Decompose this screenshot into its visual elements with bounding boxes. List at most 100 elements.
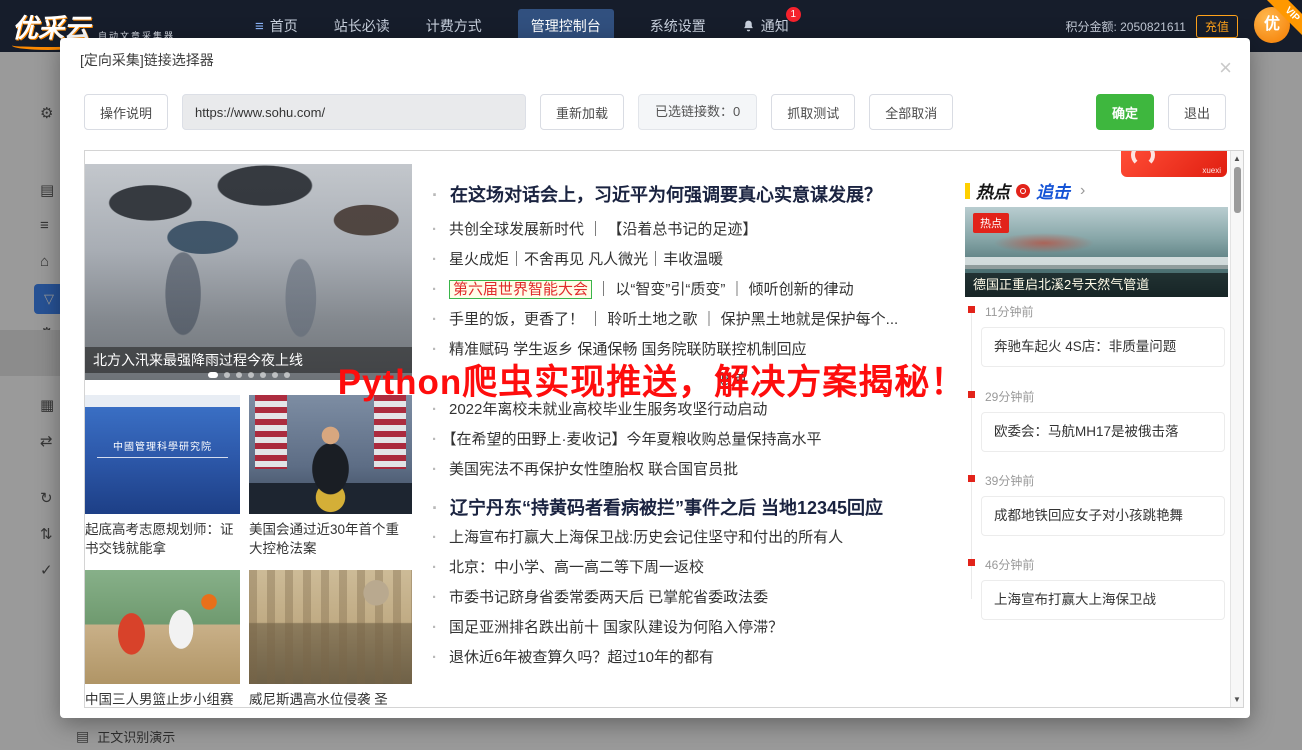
institute-sign-text: 中國管理科學研究院 — [97, 438, 228, 458]
headline-link[interactable]: · 美国宪法不再保护女性堕胎权 联合国官员批 — [432, 458, 738, 479]
scroll-up-icon[interactable]: ▲ — [1231, 154, 1243, 163]
bullet-icon: · — [432, 221, 437, 238]
yellow-bar-icon — [965, 182, 970, 199]
photo-caption[interactable]: 威尼斯遇高水位侵袭 圣 — [249, 690, 412, 707]
toolbar: 操作说明 重新加载 已选链接数：0 抓取测试 全部取消 确定 退出 — [84, 94, 1226, 130]
selected-link-highlight[interactable]: 第六届世界智能大会 — [449, 280, 593, 299]
bullet-icon: · — [432, 185, 438, 205]
menu-icon: ≡ — [255, 17, 264, 35]
photo-caption[interactable]: 起底高考志愿规划师：证书交钱就能拿 — [85, 520, 240, 558]
photo-news[interactable]: 威尼斯遇高水位侵袭 圣 — [249, 570, 412, 707]
bell-icon — [743, 20, 753, 32]
biden-photo[interactable] — [249, 395, 412, 514]
modal-header: [定向采集]链接选择器 × — [60, 38, 1250, 82]
bullet-icon: · — [432, 431, 437, 448]
link-selector-modal: [定向采集]链接选择器 × 操作说明 重新加载 已选链接数：0 抓取测试 全部取… — [60, 38, 1250, 718]
timeline-time: 39分钟前 — [985, 474, 1035, 488]
basketball-photo[interactable] — [85, 570, 240, 684]
hot-news-photo[interactable]: 热点 德国正重启北溪2号天然气管道 — [965, 207, 1228, 297]
hot-title-left: 热点 — [976, 183, 1010, 202]
photo-news[interactable]: 美国会通过近30年首个重大控枪法案 — [249, 395, 412, 558]
headline-link[interactable]: · 上海宣布打赢大上海保卫战:历史会记住坚守和付出的所有人 — [432, 526, 843, 547]
carousel-image[interactable]: 北方入汛来最强降雨过程今夜上线 — [85, 164, 412, 380]
timeline-time: 46分钟前 — [985, 558, 1035, 572]
selected-links-count: 已选链接数：0 — [638, 94, 758, 130]
timeline-line — [971, 309, 972, 599]
recharge-button[interactable]: 充值 — [1195, 14, 1238, 38]
timeline-news-item[interactable]: 成都地铁回应女子对小孩跳艳舞 — [981, 496, 1225, 536]
photo-news[interactable]: 中國管理科學研究院 起底高考志愿规划师：证书交钱就能拿 — [85, 395, 240, 558]
scrollbar[interactable]: ▲ ▼ — [1230, 151, 1243, 707]
scroll-down-icon[interactable]: ▼ — [1231, 695, 1243, 704]
headline-link[interactable]: · 共创全球发展新时代 ｜ 【沿着总书记的足迹】 — [432, 218, 757, 239]
nav-billing[interactable]: 计费方式 — [426, 16, 482, 36]
venice-photo[interactable] — [249, 570, 412, 684]
bullet-icon: · — [432, 311, 437, 328]
nav-settings[interactable]: 系统设置 — [650, 16, 706, 36]
nav-billing-label: 计费方式 — [425, 18, 482, 34]
cancel-all-button[interactable]: 全部取消 — [869, 94, 954, 130]
nav-console-label: 管理控制台 — [530, 18, 601, 34]
vip-label: VIP — [1266, 0, 1302, 40]
timeline-time: 11分钟前 — [985, 305, 1034, 319]
confirm-button[interactable]: 确定 — [1095, 94, 1154, 130]
nav-home[interactable]: ≡ 首页 — [255, 16, 298, 36]
bullet-icon: · — [432, 461, 437, 478]
headline-link[interactable]: · 市委书记跻身省委常委两天后 已掌舵省委政法委 — [432, 586, 768, 607]
promo-banner[interactable]: xuexi — [1121, 151, 1227, 177]
modal-title: [定向采集]链接选择器 — [80, 52, 214, 68]
headline-link[interactable]: · 辽宁丹东“持黄码者看病被拦”事件之后 当地12345回应 — [432, 494, 883, 520]
headline-link[interactable]: · 在这场对话会上，习近平为何强调要真心实意谋发展？ — [432, 181, 882, 207]
bullet-icon: · — [432, 619, 437, 636]
bullet-icon: · — [432, 498, 438, 518]
promo-overlay-text: Python爬虫实现推送，解决方案揭秘！ — [337, 363, 967, 402]
timeline-news-item[interactable]: 上海宣布打赢大上海保卫战 — [981, 580, 1225, 620]
banner-text: xuexi — [1202, 166, 1221, 175]
headline-link[interactable]: · 星火成炬｜不舍再见 凡人微光｜丰收温暖 — [432, 248, 723, 269]
nav-webmaster-guide-label: 站长必读 — [333, 18, 390, 34]
bullet-icon: · — [432, 529, 437, 546]
url-input[interactable] — [182, 94, 527, 130]
magnifier-icon — [1016, 183, 1030, 198]
headline-link[interactable]: · 退休近6年被查算久吗？超过10年的都有 — [432, 646, 714, 667]
timeline-marker-icon — [968, 306, 975, 313]
points-balance: 积分金额: 2050821611 — [1065, 19, 1186, 34]
hot-badge: 热点 — [973, 213, 1009, 233]
timeline-news-item[interactable]: 欧委会：马航MH17是被俄击落 — [981, 412, 1225, 452]
headline-link[interactable]: · 国足亚洲排名跌出前十 国家队建设为何陷入停滞？ — [432, 616, 783, 637]
photo-caption[interactable]: 中国三人男篮止步小组赛 — [85, 690, 240, 707]
nordstream-photo[interactable]: 热点 德国正重启北溪2号天然气管道 — [965, 207, 1228, 297]
nav-home-label: 首页 — [269, 18, 298, 34]
close-icon[interactable]: × — [1219, 46, 1232, 90]
bullet-icon: · — [432, 649, 437, 666]
help-button[interactable]: 操作说明 — [84, 94, 169, 130]
notification-badge: 1 — [785, 7, 801, 22]
hot-section-header[interactable]: 热点 追击 › — [965, 178, 1085, 203]
scrollbar-thumb[interactable] — [1234, 167, 1241, 213]
embedded-webpage: xuexi 北方入汛来最强降雨过程今夜上线 中國管理科學研究院 起底高考志愿规划… — [84, 150, 1244, 708]
bullet-icon: · — [432, 281, 437, 298]
institute-photo[interactable]: 中國管理科學研究院 — [85, 395, 240, 514]
grab-test-button[interactable]: 抓取测试 — [771, 94, 856, 130]
banner-decoration-icon — [1131, 151, 1155, 167]
photo-caption[interactable]: 美国会通过近30年首个重大控枪法案 — [249, 520, 412, 558]
photo-news[interactable]: 中国三人男篮止步小组赛 — [85, 570, 240, 707]
headline-link[interactable]: · 【在希望的田野上·麦收记】今年夏粮收购总量保持高水平 — [432, 428, 822, 449]
carousel[interactable]: 北方入汛来最强降雨过程今夜上线 — [85, 164, 412, 380]
timeline-marker-icon — [968, 475, 975, 482]
nav-settings-label: 系统设置 — [649, 18, 706, 34]
nav-notifications-label: 通知 — [760, 18, 789, 34]
hot-photo-caption[interactable]: 德国正重启北溪2号天然气管道 — [965, 273, 1228, 297]
exit-button[interactable]: 退出 — [1167, 94, 1226, 130]
reload-button[interactable]: 重新加载 — [540, 94, 625, 130]
nav-notifications[interactable]: 通知 1 — [742, 7, 801, 36]
timeline-marker-icon — [968, 559, 975, 566]
bullet-icon: · — [432, 589, 437, 606]
headline-link[interactable]: · 手里的饭，更香了！ ｜ 聆听土地之歌 ｜ 保护黑土地就是保护每个... — [432, 308, 898, 329]
headline-link[interactable]: · 第六届世界智能大会 ｜ 以“智变”引“质变” ｜ 倾听创新的律动 — [432, 278, 854, 299]
hot-title-right: 追击 — [1036, 183, 1070, 202]
bullet-icon: · — [432, 559, 437, 576]
headline-link[interactable]: · 北京：中小学、高一高二等下周一返校 — [432, 556, 704, 577]
nav-webmaster-guide[interactable]: 站长必读 — [334, 16, 390, 36]
bullet-icon: · — [432, 251, 437, 268]
